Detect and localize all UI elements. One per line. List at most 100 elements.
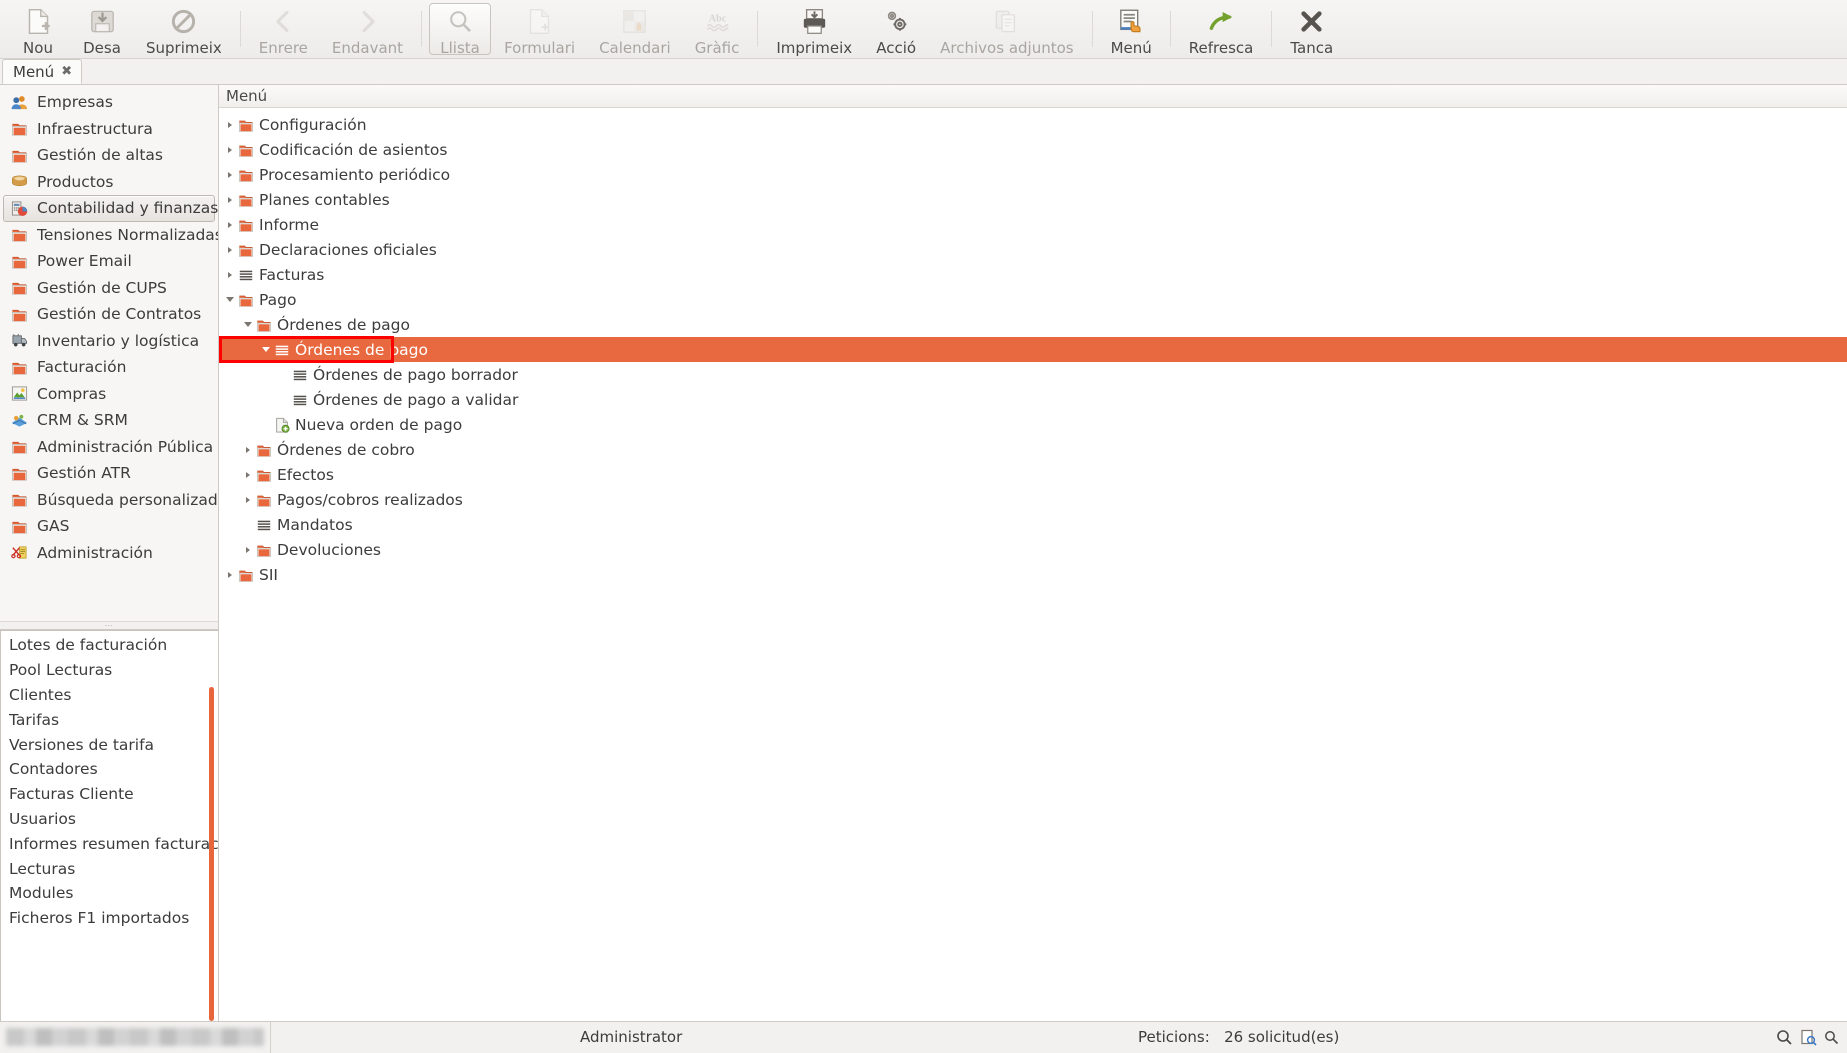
list-item[interactable]: Lotes de facturación: [1, 633, 218, 658]
list-item[interactable]: Contadores: [1, 757, 218, 782]
toolbar-button-llista[interactable]: Llista: [429, 3, 492, 57]
list-item[interactable]: Clientes: [1, 683, 218, 708]
tree-node[interactable]: Efectos: [219, 462, 1847, 487]
sidebar-item-administración[interactable]: Administración: [3, 540, 215, 567]
sidebar-item-power-email[interactable]: Power Email: [3, 248, 215, 275]
sidebar-item-gestión-de-cups[interactable]: Gestión de CUPS: [3, 275, 215, 302]
toolbar-button-men[interactable]: Menú: [1100, 3, 1163, 57]
list-item[interactable]: Pool Lecturas: [1, 658, 218, 683]
toolbar-button-label: Suprimeix: [146, 39, 222, 57]
tree-node[interactable]: Devoluciones: [219, 537, 1847, 562]
sidebar-item-gestión-de-contratos[interactable]: Gestión de Contratos: [3, 301, 215, 328]
toolbar-button-gr-fic[interactable]: Abc Gràfic: [684, 3, 751, 58]
chevron-right-icon[interactable]: [241, 446, 255, 453]
chevron-down-icon[interactable]: [223, 297, 237, 302]
folder-icon: [237, 292, 255, 308]
toolbar-button-enrere[interactable]: Enrere: [248, 3, 319, 57]
folder-icon: [11, 253, 29, 270]
sidebar-item-gestión-de-altas[interactable]: Gestión de altas: [3, 142, 215, 169]
document-search-icon[interactable]: [1800, 1029, 1817, 1046]
sidebar-item-facturación[interactable]: Facturación: [3, 354, 215, 381]
chevron-right-icon[interactable]: [223, 196, 237, 203]
tree-node[interactable]: Órdenes de pago: [219, 312, 1847, 337]
toolbar-button-endavant[interactable]: Endavant: [321, 3, 414, 57]
tree-node[interactable]: Informe: [219, 212, 1847, 237]
tree-node[interactable]: Facturas: [219, 262, 1847, 287]
tree-node[interactable]: Mandatos: [219, 512, 1847, 537]
chevron-right-icon[interactable]: [223, 571, 237, 578]
folder-icon: [237, 167, 255, 183]
chevron-right-icon[interactable]: [241, 496, 255, 503]
tree-node[interactable]: Procesamiento periódico: [219, 162, 1847, 187]
list-item[interactable]: Informes resumen facturación: [1, 831, 218, 856]
list-item[interactable]: Usuarios: [1, 807, 218, 832]
tab-menu[interactable]: Menú ✖: [2, 59, 83, 84]
chevron-right-icon[interactable]: [223, 246, 237, 253]
sidebar-item-gestión-atr[interactable]: Gestión ATR: [3, 460, 215, 487]
sidebar-item-tensiones-normalizadas[interactable]: Tensiones Normalizadas: [3, 222, 218, 249]
sidebar-item-productos[interactable]: Productos: [3, 169, 215, 196]
chevron-right-icon[interactable]: [223, 221, 237, 228]
toolbar-button-label: Archivos adjuntos: [940, 39, 1074, 57]
list-item[interactable]: Lecturas: [1, 856, 218, 881]
panel-splitter[interactable]: ⋯: [0, 621, 218, 630]
list-item[interactable]: Facturas Cliente: [1, 782, 218, 807]
list-item[interactable]: Ficheros F1 importados: [1, 906, 218, 931]
chevron-down-icon[interactable]: [241, 322, 255, 327]
sidebar-item-crm-srm[interactable]: CRM & SRM: [3, 407, 215, 434]
sidebar-nav-list: Empresas Infraestructura Gestión de altas P…: [0, 85, 218, 621]
search-icon[interactable]: [1776, 1029, 1793, 1046]
status-redacted-field: [6, 1028, 264, 1046]
sidebar-item-label: Compras: [37, 384, 107, 403]
list-icon: [291, 367, 309, 383]
tree-node-label: Mandatos: [277, 515, 353, 534]
sidebar-item-inventario-y-logística[interactable]: Inventario y logística: [3, 328, 215, 355]
tree-node-selected[interactable]: Órdenes de pago: [219, 337, 1847, 362]
sidebar-item-empresas[interactable]: Empresas: [3, 89, 215, 116]
list-item[interactable]: Versiones de tarifa: [1, 732, 218, 757]
sidebar-item-gas[interactable]: GAS: [3, 513, 215, 540]
tab-close-icon[interactable]: ✖: [61, 64, 72, 79]
chevron-right-icon[interactable]: [223, 171, 237, 178]
sidebar-item-label: Administración: [37, 543, 153, 562]
toolbar-button-tanca[interactable]: Tanca: [1279, 3, 1344, 57]
tree-node[interactable]: Nueva orden de pago: [219, 412, 1847, 437]
sidebar-item-contabilidad-y-finanzas[interactable]: Contabilidad y finanzas: [3, 195, 218, 222]
tree-node[interactable]: Planes contables: [219, 187, 1847, 212]
list-item[interactable]: Modules: [1, 881, 218, 906]
chevron-right-icon[interactable]: [223, 146, 237, 153]
tree-node[interactable]: Configuración: [219, 112, 1847, 137]
toolbar-button-archivos-adjuntos[interactable]: Archivos adjuntos: [929, 3, 1084, 57]
toolbar-button-imprimeix[interactable]: Imprimeix: [765, 3, 863, 57]
toolbar-button-desa[interactable]: Desa: [71, 3, 133, 57]
sidebar-item-administración-pública[interactable]: Administración Pública: [3, 434, 215, 461]
tree-node[interactable]: Pagos/cobros realizados: [219, 487, 1847, 512]
sidebar-item-compras[interactable]: Compras: [3, 381, 215, 408]
list-item[interactable]: Tarifas: [1, 707, 218, 732]
chevron-right-icon[interactable]: [241, 546, 255, 553]
magnifier-small-icon[interactable]: [1824, 1030, 1839, 1045]
tree-node[interactable]: SII: [219, 562, 1847, 587]
toolbar-button-formulari[interactable]: Formulari: [493, 3, 586, 57]
tree-node[interactable]: Pago: [219, 287, 1847, 312]
toolbar-button-refresca[interactable]: Refresca: [1178, 3, 1265, 57]
tree-node-label: Devoluciones: [277, 540, 382, 559]
chevron-down-icon[interactable]: [259, 347, 273, 352]
sidebar-item-infraestructura[interactable]: Infraestructura: [3, 116, 215, 143]
chevron-right-icon[interactable]: [223, 271, 237, 278]
sidebar-item-label: Contabilidad y finanzas: [37, 199, 218, 218]
sidebar-item-búsqueda-personalizada[interactable]: Búsqueda personalizada: [3, 487, 218, 514]
tree-node[interactable]: Órdenes de pago borrador: [219, 362, 1847, 387]
toolbar-button-acci[interactable]: Acció: [865, 3, 927, 57]
toolbar-button-suprimeix[interactable]: Suprimeix: [135, 3, 233, 57]
toolbar-button-nou[interactable]: Nou: [7, 3, 69, 57]
toolbar-button-calendari[interactable]: Calendari: [588, 3, 682, 57]
toolbar-button-label: Refresca: [1188, 39, 1254, 57]
tree-node[interactable]: Órdenes de pago a validar: [219, 387, 1847, 412]
tree-node[interactable]: Órdenes de cobro: [219, 437, 1847, 462]
tree-node[interactable]: Declaraciones oficiales: [219, 237, 1847, 262]
chevron-right-icon[interactable]: [241, 471, 255, 478]
shortcut-list-scrollbar[interactable]: [209, 687, 214, 1021]
tree-node[interactable]: Codificación de asientos: [219, 137, 1847, 162]
chevron-right-icon[interactable]: [223, 121, 237, 128]
